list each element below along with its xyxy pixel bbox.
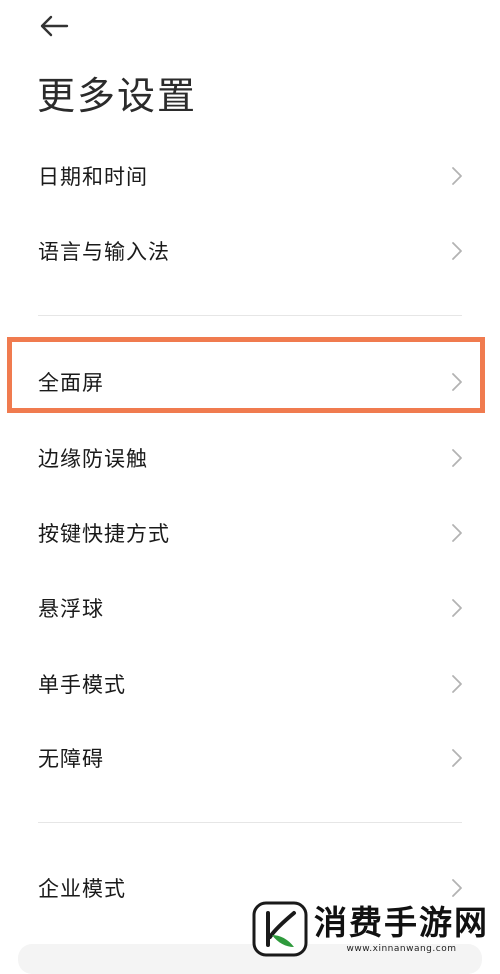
- watermark-name: 消费手游网: [314, 903, 489, 942]
- chevron-right-icon: [452, 449, 462, 467]
- watermark-url: www.xinnanwang.com: [346, 944, 457, 954]
- settings-item-language-input[interactable]: 语言与输入法: [0, 218, 500, 284]
- section-divider: [38, 822, 462, 823]
- settings-item-label: 单手模式: [38, 673, 126, 697]
- page-title: 更多设置: [37, 74, 198, 118]
- chevron-right-icon: [452, 879, 462, 897]
- section-divider: [38, 315, 462, 316]
- chevron-right-icon: [452, 167, 462, 185]
- settings-item-accessibility[interactable]: 无障碍: [0, 725, 500, 791]
- settings-item-edge-touch-prevention[interactable]: 边缘防误触: [0, 425, 500, 491]
- chevron-right-icon: [452, 599, 462, 617]
- settings-item-label: 按键快捷方式: [38, 522, 170, 546]
- settings-item-label: 悬浮球: [38, 597, 104, 621]
- settings-item-label: 边缘防误触: [38, 447, 148, 471]
- chevron-right-icon: [452, 749, 462, 767]
- chevron-right-icon: [452, 242, 462, 260]
- back-button[interactable]: [30, 8, 78, 44]
- chevron-right-icon: [452, 524, 462, 542]
- settings-item-button-shortcuts[interactable]: 按键快捷方式: [0, 500, 500, 566]
- settings-item-date-time[interactable]: 日期和时间: [0, 143, 500, 209]
- settings-item-label: 无障碍: [38, 747, 104, 771]
- arrow-left-icon: [40, 15, 69, 37]
- site-watermark: 消费手游网 www.xinnanwang.com: [252, 898, 500, 960]
- settings-item-one-handed-mode[interactable]: 单手模式: [0, 651, 500, 717]
- chevron-right-icon: [452, 675, 462, 693]
- settings-item-label: 语言与输入法: [38, 240, 170, 264]
- k-logo-icon: [252, 901, 308, 957]
- settings-item-label: 日期和时间: [38, 165, 148, 189]
- highlight-annotation-box: [7, 337, 485, 413]
- settings-item-floating-ball[interactable]: 悬浮球: [0, 575, 500, 641]
- settings-item-label: 企业模式: [38, 877, 126, 901]
